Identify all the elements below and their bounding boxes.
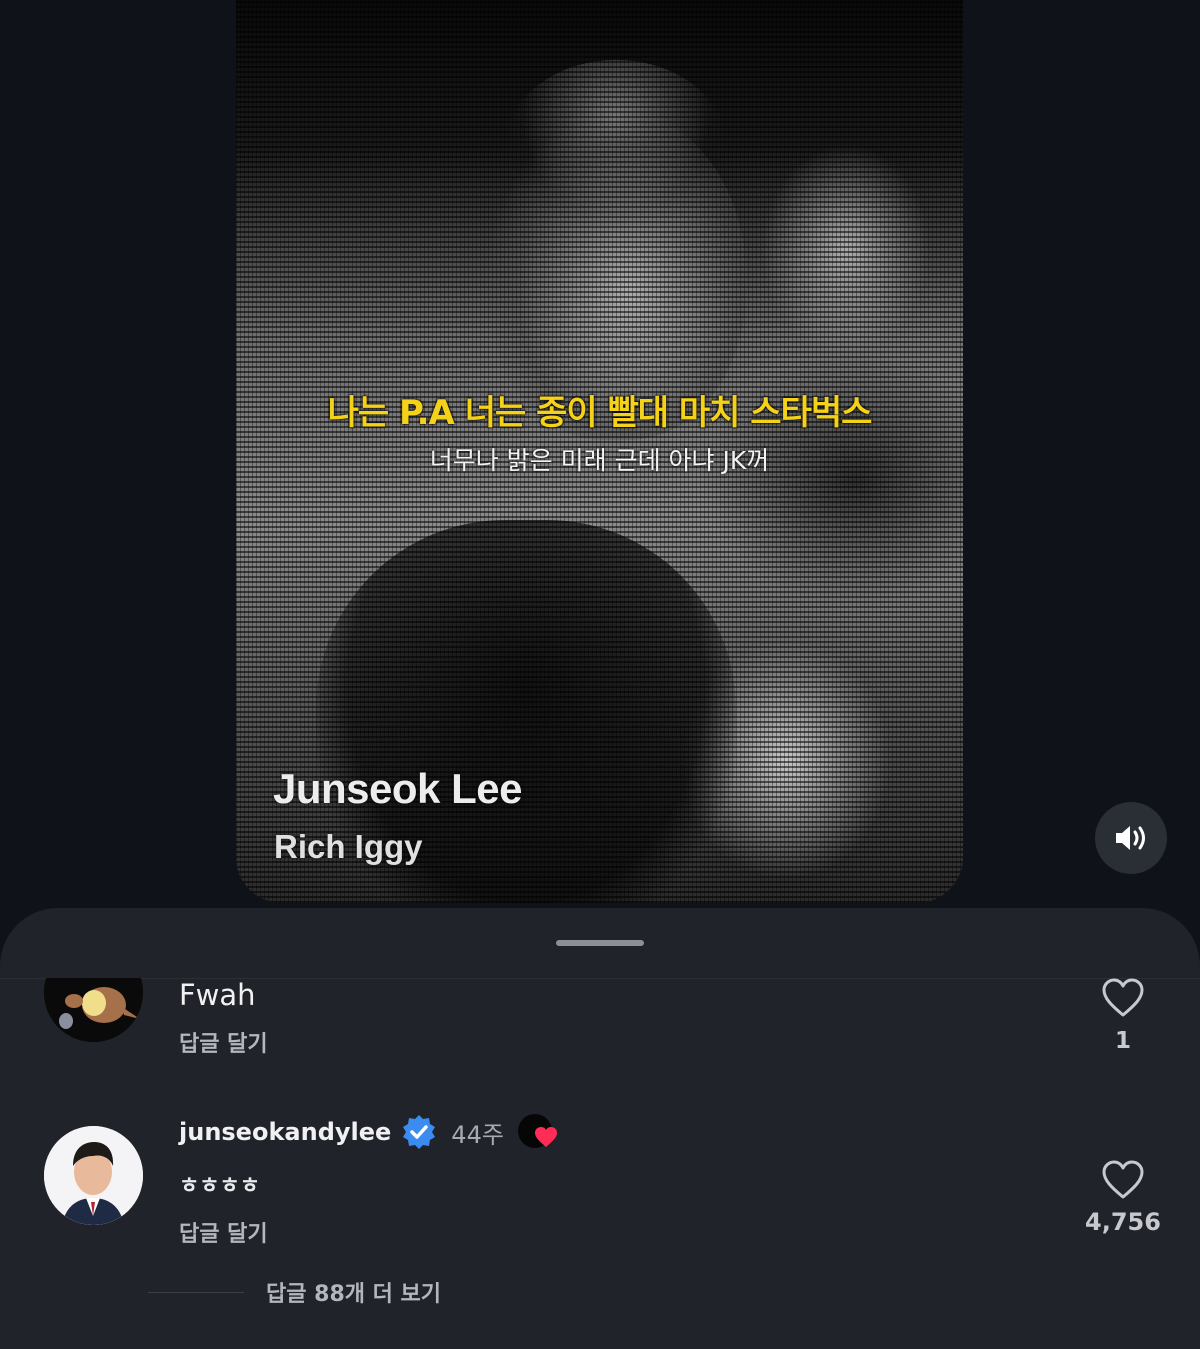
verified-badge-icon bbox=[403, 1115, 436, 1149]
screen: 나는 P.A 너는 종이 빨대 마치 스타벅스 너무나 밝은 미래 근데 아냐 … bbox=[0, 0, 1200, 1349]
like-control[interactable]: 4,756 bbox=[1083, 1160, 1163, 1236]
sound-toggle-button[interactable] bbox=[1095, 802, 1167, 874]
creator-liked-indicator bbox=[517, 1114, 558, 1150]
heart-outline-icon bbox=[1102, 1160, 1144, 1199]
comment-body: Fwah bbox=[179, 978, 256, 1012]
speaker-on-icon bbox=[1116, 826, 1145, 850]
view-more-replies[interactable]: 답글 88개 더 보기 bbox=[148, 1276, 441, 1308]
more-replies-divider bbox=[148, 1291, 244, 1293]
comment-item: junseokandylee 44주 ㅎㅎㅎㅎ 답글 달기 4,756 bbox=[0, 1108, 1200, 1258]
like-count: 4,756 bbox=[1085, 1208, 1161, 1236]
heart-outline-icon bbox=[1102, 978, 1144, 1017]
sheet-drag-handle[interactable] bbox=[556, 940, 644, 946]
comment-username[interactable]: junseokandylee bbox=[179, 1118, 391, 1146]
comment-header: junseokandylee 44주 bbox=[179, 1114, 558, 1150]
artist-name: Junseok Lee bbox=[273, 765, 522, 812]
more-replies-label[interactable]: 답글 88개 더 보기 bbox=[266, 1276, 441, 1308]
comment-body: ㅎㅎㅎㅎ bbox=[179, 1174, 260, 1199]
like-control[interactable]: 1 bbox=[1083, 978, 1163, 1054]
reply-button[interactable]: 답글 달기 bbox=[179, 1216, 268, 1248]
commenter-avatar[interactable] bbox=[44, 978, 143, 1042]
lyric-caption-line-1: 나는 P.A 너는 종이 빨대 마치 스타벅스 bbox=[327, 393, 873, 433]
video-player[interactable]: 나는 P.A 너는 종이 빨대 마치 스타벅스 너무나 밝은 미래 근데 아냐 … bbox=[236, 0, 963, 903]
person-avatar-icon bbox=[44, 1126, 143, 1225]
reply-button[interactable]: 답글 달기 bbox=[179, 1026, 268, 1058]
song-title: Rich Iggy bbox=[274, 828, 423, 865]
red-heart-icon bbox=[534, 1127, 557, 1147]
like-count: 1 bbox=[1114, 1028, 1131, 1054]
comment-item: Fwah 답글 달기 1 bbox=[0, 978, 1200, 1108]
lyric-caption-line-2: 너무나 밝은 미래 근데 아냐 JK꺼 bbox=[429, 446, 770, 475]
comment-timestamp: 44주 bbox=[451, 1120, 504, 1149]
commenter-avatar[interactable] bbox=[44, 1126, 143, 1225]
dinosaur-avatar-icon bbox=[44, 978, 143, 1042]
